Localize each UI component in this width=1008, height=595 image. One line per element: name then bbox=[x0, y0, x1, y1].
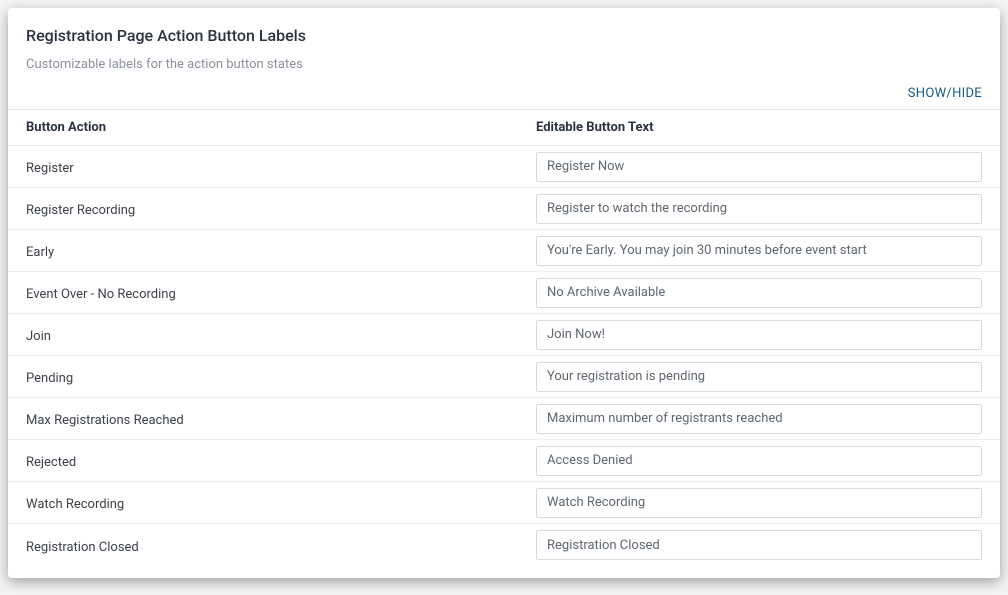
action-label: Max Registrations Reached bbox=[26, 413, 184, 428]
button-text-input[interactable] bbox=[536, 446, 982, 476]
card-subtitle: Customizable labels for the action butto… bbox=[8, 55, 1000, 80]
action-cell: Registration Closed bbox=[26, 536, 536, 555]
settings-card: Registration Page Action Button Labels C… bbox=[8, 8, 1000, 578]
action-cell: Rejected bbox=[26, 451, 536, 470]
action-cell: Event Over - No Recording bbox=[26, 283, 536, 302]
action-cell: Pending bbox=[26, 367, 536, 386]
text-cell bbox=[536, 152, 982, 182]
action-label: Join bbox=[26, 329, 51, 344]
button-text-input[interactable] bbox=[536, 362, 982, 392]
header-button-action: Button Action bbox=[26, 120, 536, 135]
action-cell: Register bbox=[26, 157, 536, 176]
text-cell bbox=[536, 194, 982, 224]
text-cell bbox=[536, 404, 982, 434]
showhide-row: SHOW/HIDE bbox=[8, 80, 1000, 109]
table-row: Registration Closed bbox=[8, 524, 1000, 566]
text-cell bbox=[536, 320, 982, 350]
table-row: Max Registrations Reached bbox=[8, 398, 1000, 440]
table-row: Watch Recording bbox=[8, 482, 1000, 524]
table-body: Register Register Recording Early Event Ove… bbox=[8, 146, 1000, 566]
button-text-input[interactable] bbox=[536, 194, 982, 224]
table-row: Register Recording bbox=[8, 188, 1000, 230]
action-label: Event Over - No Recording bbox=[26, 287, 176, 302]
action-label: Registration Closed bbox=[26, 540, 139, 555]
table-row: Register bbox=[8, 146, 1000, 188]
text-cell bbox=[536, 236, 982, 266]
table-row: Rejected bbox=[8, 440, 1000, 482]
text-cell bbox=[536, 530, 982, 560]
header-editable-text: Editable Button Text bbox=[536, 120, 982, 135]
action-label: Register Recording bbox=[26, 203, 135, 218]
action-cell: Max Registrations Reached bbox=[26, 409, 536, 428]
action-label: Register bbox=[26, 161, 74, 176]
table-row: Event Over - No Recording bbox=[8, 272, 1000, 314]
button-text-input[interactable] bbox=[536, 404, 982, 434]
button-text-input[interactable] bbox=[536, 236, 982, 266]
button-text-input[interactable] bbox=[536, 320, 982, 350]
show-hide-toggle[interactable]: SHOW/HIDE bbox=[908, 86, 982, 101]
action-cell: Watch Recording bbox=[26, 493, 536, 512]
action-cell: Early bbox=[26, 241, 536, 260]
table-row: Early bbox=[8, 230, 1000, 272]
action-label: Watch Recording bbox=[26, 497, 124, 512]
text-cell bbox=[536, 278, 982, 308]
table-row: Pending bbox=[8, 356, 1000, 398]
text-cell bbox=[536, 362, 982, 392]
text-cell bbox=[536, 488, 982, 518]
action-cell: Register Recording bbox=[26, 199, 536, 218]
card-title: Registration Page Action Button Labels bbox=[8, 26, 1000, 55]
action-cell: Join bbox=[26, 325, 536, 344]
table-row: Join bbox=[8, 314, 1000, 356]
action-label: Rejected bbox=[26, 455, 76, 470]
button-text-input[interactable] bbox=[536, 488, 982, 518]
action-label: Early bbox=[26, 245, 54, 260]
button-text-input[interactable] bbox=[536, 530, 982, 560]
action-label: Pending bbox=[26, 371, 73, 386]
button-text-input[interactable] bbox=[536, 278, 982, 308]
table-header-row: Button Action Editable Button Text bbox=[8, 109, 1000, 146]
button-text-input[interactable] bbox=[536, 152, 982, 182]
text-cell bbox=[536, 446, 982, 476]
